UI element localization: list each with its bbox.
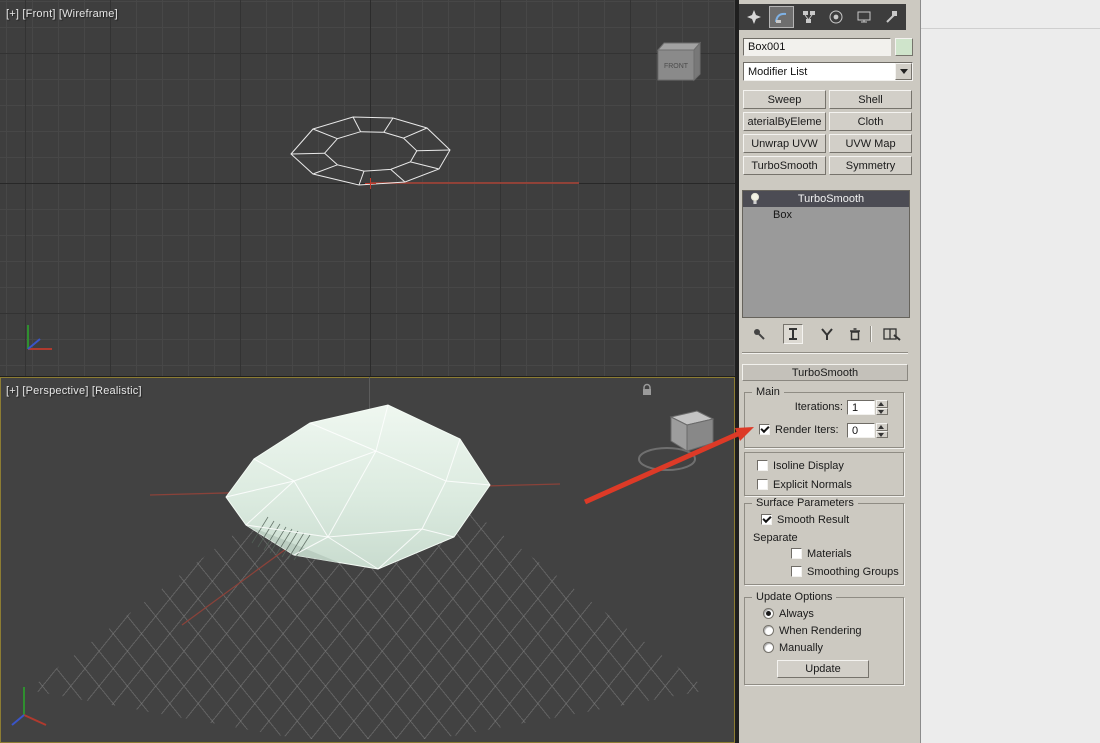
- object-name-field[interactable]: Box001: [743, 38, 891, 56]
- group-update-legend: Update Options: [752, 591, 837, 603]
- rollout-header-turbosmooth[interactable]: TurboSmooth: [742, 364, 908, 381]
- render-iters-field[interactable]: 0: [847, 423, 875, 438]
- modifier-button-shell[interactable]: Shell: [829, 90, 912, 109]
- group-display-options: Isoline Display Explicit Normals: [744, 452, 904, 496]
- configure-sets-icon: [883, 328, 901, 341]
- front-red-x-axis: [371, 182, 579, 184]
- modifier-button-sweep[interactable]: Sweep: [743, 90, 826, 109]
- pin-icon: [754, 329, 765, 340]
- create-icon: [746, 10, 761, 24]
- remove-modifier-button[interactable]: [845, 324, 865, 344]
- display-icon: [857, 11, 871, 23]
- materials-label: Materials: [807, 548, 852, 560]
- viewport-perspective-label[interactable]: [+] [Perspective] [Realistic]: [6, 385, 142, 397]
- iterations-spinner[interactable]: [876, 400, 888, 415]
- stack-item-label[interactable]: TurboSmooth: [779, 193, 909, 205]
- always-label: Always: [779, 608, 814, 620]
- iterations-label: Iterations:: [794, 401, 843, 413]
- tab-motion[interactable]: [824, 6, 850, 28]
- configure-modifier-sets-button[interactable]: [879, 324, 905, 344]
- manually-radio[interactable]: [763, 642, 774, 653]
- modifier-button-turbosmooth[interactable]: TurboSmooth: [743, 156, 826, 175]
- command-panel-tabs: [739, 4, 906, 30]
- spinner-up-icon[interactable]: [876, 400, 888, 408]
- group-surface-legend: Surface Parameters: [752, 497, 858, 509]
- isoline-display-checkbox[interactable]: [757, 460, 768, 471]
- tab-utilities[interactable]: [879, 6, 905, 28]
- workspace-top-line: [921, 28, 1100, 29]
- modifier-list-drop-button[interactable]: [895, 63, 912, 80]
- explicit-normals-checkbox[interactable]: [757, 479, 768, 490]
- lock-icon: [643, 383, 651, 395]
- stack-toolbar: [743, 324, 913, 344]
- when-rendering-radio[interactable]: [763, 625, 774, 636]
- command-panel: Box001 Modifier List Sweep Shell aterial…: [739, 0, 920, 743]
- 3dsmax-window: [+] [Front] [Wireframe] FRONT [+] [Persp…: [0, 0, 1100, 743]
- iterations-field[interactable]: 1: [847, 400, 875, 415]
- spinner-down-icon[interactable]: [876, 430, 888, 438]
- viewport-front[interactable]: [+] [Front] [Wireframe] FRONT: [0, 0, 735, 376]
- chevron-down-icon: [899, 69, 908, 74]
- spinner-down-icon[interactable]: [876, 407, 888, 415]
- stack-item-box[interactable]: Box: [743, 207, 909, 223]
- modifier-list-dropdown[interactable]: Modifier List: [743, 62, 913, 81]
- when-rendering-label: When Rendering: [779, 625, 862, 637]
- smooth-result-checkbox[interactable]: [761, 514, 772, 525]
- separate-label: Separate: [753, 532, 798, 544]
- show-end-result-icon: [789, 328, 797, 340]
- update-button[interactable]: Update: [777, 660, 869, 678]
- group-surface-parameters: Surface Parameters Smooth Result Separat…: [744, 497, 904, 585]
- object-color-swatch[interactable]: [895, 38, 913, 56]
- make-unique-button[interactable]: [817, 324, 837, 344]
- front-axis-tripod-icon: [27, 325, 52, 350]
- group-update-options: Update Options Always When Rendering Man…: [744, 591, 904, 685]
- toolbar-divider: [870, 326, 871, 342]
- tab-display[interactable]: [851, 6, 877, 28]
- modifier-button-symmetry[interactable]: Symmetry: [829, 156, 912, 175]
- smoothing-groups-checkbox[interactable]: [791, 566, 802, 577]
- empty-workspace-area: [920, 0, 1100, 743]
- motion-icon: [829, 10, 843, 24]
- modifier-stack[interactable]: TurboSmooth Box: [742, 190, 910, 318]
- modifier-list-value[interactable]: Modifier List: [743, 62, 913, 81]
- tab-hierarchy[interactable]: [796, 6, 822, 28]
- smoothing-groups-label: Smoothing Groups: [807, 566, 899, 578]
- tab-modify[interactable]: [768, 6, 795, 28]
- hierarchy-icon: [802, 11, 815, 23]
- modifier-button-unwrap-uvw[interactable]: Unwrap UVW: [743, 134, 826, 153]
- viewcube-front-label: FRONT: [664, 63, 689, 70]
- render-iters-spinner[interactable]: [876, 423, 888, 438]
- viewcube-front[interactable]: FRONT: [650, 38, 704, 86]
- pin-stack-button[interactable]: [749, 324, 769, 344]
- always-radio[interactable]: [763, 608, 774, 619]
- render-iters-checkbox[interactable]: [759, 424, 770, 435]
- materials-checkbox[interactable]: [791, 548, 802, 559]
- spinner-up-icon[interactable]: [876, 423, 888, 431]
- viewcube-perspective[interactable]: [635, 407, 715, 477]
- show-end-result-button[interactable]: [783, 324, 803, 344]
- stack-item-turbosmooth[interactable]: TurboSmooth: [743, 191, 909, 207]
- modifier-button-cloth[interactable]: Cloth: [829, 112, 912, 131]
- group-main-legend: Main: [752, 386, 784, 398]
- trash-icon: [850, 328, 860, 341]
- smooth-result-label: Smooth Result: [777, 514, 850, 526]
- explicit-normals-label: Explicit Normals: [773, 479, 852, 491]
- pivot-gizmo: [365, 178, 376, 189]
- manually-label: Manually: [779, 642, 824, 654]
- viewport-perspective[interactable]: [+] [Perspective] [Realistic]: [0, 377, 735, 743]
- group-main: Main Iterations: 1 Render Iters: 0: [744, 386, 904, 448]
- utilities-icon: [886, 11, 898, 23]
- modifier-button-uvw-map[interactable]: UVW Map: [829, 134, 912, 153]
- modifier-button-grid: Sweep Shell aterialByEleme Cloth Unwrap …: [743, 90, 913, 175]
- isoline-display-label: Isoline Display: [773, 460, 844, 472]
- panel-divider: [742, 352, 908, 354]
- turbosmoothed-box-object[interactable]: [218, 397, 508, 597]
- tab-create[interactable]: [741, 6, 767, 28]
- viewport-front-label[interactable]: [+] [Front] [Wireframe]: [6, 8, 118, 20]
- modify-icon: [775, 12, 787, 23]
- modifier-button-material-by-element[interactable]: aterialByEleme: [743, 112, 826, 131]
- render-iters-label: Render Iters:: [775, 424, 839, 436]
- lightbulb-icon[interactable]: [749, 192, 761, 206]
- make-unique-icon: [821, 328, 833, 340]
